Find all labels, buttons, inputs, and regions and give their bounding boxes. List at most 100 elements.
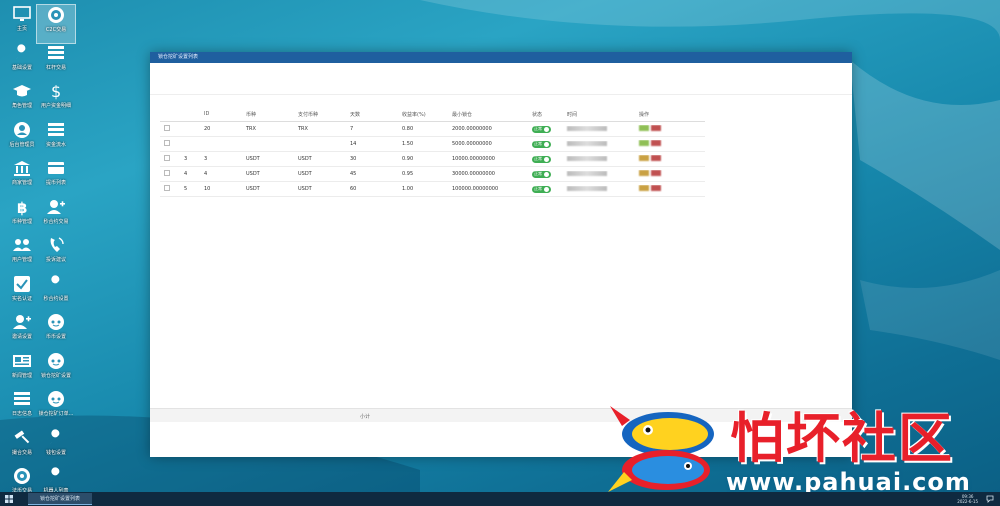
desktop-icon-label: 用户管理: [11, 257, 32, 263]
column-header[interactable]: 时间: [563, 111, 635, 118]
svg-text:฿: ฿: [17, 199, 27, 217]
row-checkbox[interactable]: [160, 140, 180, 148]
column-header[interactable]: 最小锁仓: [448, 111, 528, 118]
cell-days: 60: [350, 186, 357, 192]
desktop-icon-label: 邀请设置: [11, 334, 32, 340]
cell-days: 45: [350, 171, 357, 177]
delete-button[interactable]: [651, 170, 661, 176]
desktop-icon-label: 用户资金明细: [40, 103, 71, 109]
desktop-icon-label: 新闻管理: [11, 372, 32, 379]
desktop-icon[interactable]: 投诉建议: [36, 235, 76, 275]
window-title: 锁仓挖矿设置列表: [150, 52, 852, 63]
cell-pay-currency: USDT: [298, 186, 312, 192]
desktop-icon[interactable]: 资金流水: [36, 120, 76, 160]
row-checkbox[interactable]: [160, 185, 180, 193]
row-index: 4: [184, 171, 188, 177]
phone-icon: [50, 237, 64, 252]
delete-button[interactable]: [651, 140, 661, 146]
cell-time: [563, 155, 635, 163]
status-toggle[interactable]: 正常: [532, 170, 551, 178]
table-row[interactable]: 3 3 USDT USDT 30 0.90 10000.00000000 正常: [160, 152, 705, 167]
desktop-icon[interactable]: 秒合约交易: [36, 197, 76, 237]
status-toggle[interactable]: 正常: [532, 185, 551, 193]
desktop-icon[interactable]: 钱包设置: [36, 428, 76, 468]
user-plus-icon: [13, 315, 31, 329]
table-row[interactable]: 5 10 USDT USDT 60 1.00 100000.00000000 正…: [160, 182, 705, 197]
grid-header: ID 币种 支付币种 天数 收益率(%) 最小锁仓 状态 时间 操作: [160, 107, 705, 122]
status-label: 正常: [534, 156, 542, 161]
grid-body: 20 TRX TRX 7 0.80 2000.00000000 正常 14 1.…: [160, 122, 705, 197]
status-toggle[interactable]: 正常: [532, 140, 551, 148]
cell-min-lock: 2000.00000000: [452, 126, 492, 132]
edit-button[interactable]: [639, 185, 649, 191]
status-toggle[interactable]: 正常: [532, 155, 551, 163]
column-header[interactable]: 支付币种: [294, 111, 346, 118]
desktop-icon-label: 投诉建议: [45, 257, 66, 263]
blurred-text: [567, 170, 607, 176]
cell-days: 7: [350, 126, 354, 132]
column-header[interactable]: 天数: [346, 111, 398, 118]
column-header[interactable]: 币种: [242, 111, 294, 118]
edit-button[interactable]: [639, 125, 649, 131]
delete-button[interactable]: [651, 125, 661, 131]
cell-id: 3: [204, 156, 208, 162]
row-checkbox[interactable]: [160, 170, 180, 178]
delete-button[interactable]: [651, 155, 661, 161]
cell-rate: 0.80: [402, 126, 414, 132]
desktop-icon[interactable]: 锁仓挖矿订单...: [36, 389, 76, 429]
desktop-icon-label: 钱包设置: [45, 449, 66, 456]
cell-id: 10: [204, 186, 211, 192]
notification-icon[interactable]: [986, 495, 994, 503]
desktop-icon[interactable]: 提币列表: [36, 158, 76, 198]
desktop-icon[interactable]: C2C交易: [36, 4, 76, 44]
checkbox[interactable]: [164, 170, 170, 176]
checkbox[interactable]: [164, 185, 170, 191]
row-checkbox[interactable]: [160, 125, 180, 133]
clock-date: 2022-6-15: [957, 499, 978, 504]
desktop-icon-label: 日志信息: [11, 411, 32, 417]
blurred-text: [567, 125, 607, 131]
table-row[interactable]: 4 4 USDT USDT 45 0.95 30000.00000000 正常: [160, 167, 705, 182]
cell-pay-currency: TRX: [298, 126, 308, 132]
desktop-icon[interactable]: $ 用户资金明细: [36, 81, 76, 121]
edit-button[interactable]: [639, 140, 649, 146]
edit-button[interactable]: [639, 155, 649, 161]
cell-actions: [635, 140, 685, 148]
table-row[interactable]: 14 1.50 5000.00000000 正常: [160, 137, 705, 152]
blurred-text: [567, 155, 607, 161]
start-button[interactable]: [0, 492, 18, 506]
desktop-icon[interactable]: 杠杆交易: [36, 43, 76, 83]
desktop-icon[interactable]: 锁仓挖矿设置: [36, 351, 76, 391]
card-icon: [48, 162, 64, 174]
cell-pay-currency: USDT: [298, 156, 312, 162]
row-checkbox[interactable]: [160, 155, 180, 163]
cell-min-lock: 10000.00000000: [452, 156, 495, 162]
column-header[interactable]: ID: [200, 111, 242, 117]
clock[interactable]: 09:36 2022-6-15: [957, 494, 978, 504]
list-icon: [48, 122, 64, 136]
cell-rate: 0.90: [402, 156, 414, 162]
list-icon: [14, 392, 30, 405]
checkbox[interactable]: [164, 125, 170, 131]
status-toggle[interactable]: 正常: [532, 125, 551, 133]
fish-logo-icon: [608, 406, 714, 492]
taskbar-window-button[interactable]: 锁仓挖矿设置列表: [28, 493, 93, 505]
column-header[interactable]: 状态: [528, 111, 563, 118]
user-circle-icon: [14, 121, 30, 138]
watermark-title: 怕坏社区: [730, 407, 954, 470]
column-header[interactable]: 收益率(%): [398, 111, 448, 118]
desktop-icon[interactable]: 币币设置: [36, 312, 76, 352]
checkbox[interactable]: [164, 140, 170, 146]
cell-id: 4: [204, 171, 208, 177]
desktop-icon-label: 锁仓挖矿设置: [40, 372, 71, 379]
cell-id: 20: [204, 126, 211, 132]
desktop-icon[interactable]: 秒合约设置: [36, 274, 76, 314]
cell-status: 正常: [528, 170, 563, 178]
checkbox[interactable]: [164, 155, 170, 161]
reddit-icon: [48, 391, 64, 407]
table-row[interactable]: 20 TRX TRX 7 0.80 2000.00000000 正常: [160, 122, 705, 137]
toggle-knob: [544, 171, 549, 177]
delete-button[interactable]: [651, 185, 661, 191]
edit-button[interactable]: [639, 170, 649, 176]
c2c-icon: [48, 7, 64, 23]
